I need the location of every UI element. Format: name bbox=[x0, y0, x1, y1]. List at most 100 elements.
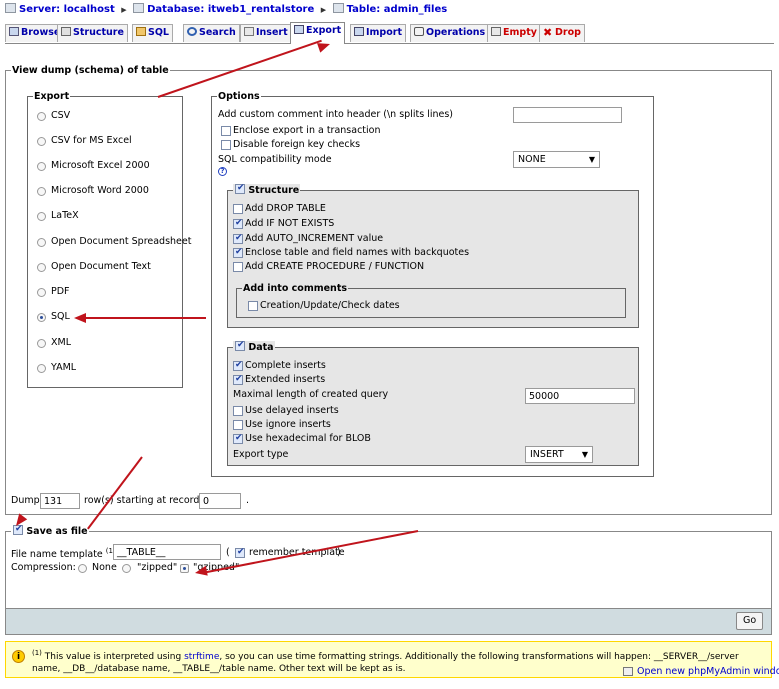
strftime-link[interactable]: strftime bbox=[184, 652, 219, 662]
disable-fk-label[interactable]: Disable foreign key checks bbox=[233, 139, 360, 150]
start-record-input[interactable]: 0 bbox=[199, 493, 241, 509]
hex-blob-label[interactable]: Use hexadecimal for BLOB bbox=[245, 433, 371, 444]
extended-inserts-checkbox[interactable] bbox=[233, 374, 243, 385]
breadcrumb-table[interactable]: Table: admin_files bbox=[347, 4, 448, 15]
footnote-ref: (1) bbox=[32, 649, 42, 657]
max-length-input[interactable]: 50000 bbox=[525, 388, 635, 404]
compression-gzipped-radio[interactable] bbox=[180, 564, 189, 573]
tab-browse[interactable]: Browse bbox=[5, 24, 65, 42]
format-word-radio[interactable] bbox=[37, 187, 46, 196]
help-icon[interactable]: ? bbox=[218, 167, 227, 176]
save-file-fieldset bbox=[5, 531, 772, 609]
auto-increment-label[interactable]: Add AUTO_INCREMENT value bbox=[245, 233, 383, 244]
tab-structure[interactable]: Structure bbox=[57, 24, 128, 42]
format-ods-label[interactable]: Open Document Spreadsheet bbox=[51, 236, 191, 247]
tab-search[interactable]: Search bbox=[183, 24, 240, 42]
structure-legend-wrap: Structure bbox=[233, 183, 301, 196]
format-sql-label[interactable]: SQL bbox=[51, 311, 70, 322]
procedure-label[interactable]: Add CREATE PROCEDURE / FUNCTION bbox=[245, 261, 424, 272]
format-excel-label[interactable]: Microsoft Excel 2000 bbox=[51, 160, 150, 171]
delayed-inserts-checkbox[interactable] bbox=[233, 406, 243, 416]
format-csv-label[interactable]: CSV bbox=[51, 110, 70, 121]
tab-operations[interactable]: Operations bbox=[410, 24, 490, 42]
dates-checkbox[interactable] bbox=[248, 301, 258, 311]
format-excel-radio[interactable] bbox=[37, 162, 46, 171]
export-type-label: Export type bbox=[233, 449, 289, 460]
format-csv-excel-radio[interactable] bbox=[37, 137, 46, 146]
format-sql-radio[interactable] bbox=[37, 313, 46, 322]
compression-none-radio[interactable] bbox=[78, 564, 87, 573]
complete-inserts-label[interactable]: Complete inserts bbox=[245, 360, 326, 371]
dates-label[interactable]: Creation/Update/Check dates bbox=[260, 300, 400, 311]
dropdown-arrow-icon: ▼ bbox=[588, 155, 595, 164]
ignore-inserts-checkbox[interactable] bbox=[233, 420, 243, 430]
structure-icon bbox=[61, 27, 71, 36]
compression-zipped-radio[interactable] bbox=[122, 564, 131, 573]
backquotes-checkbox[interactable] bbox=[233, 247, 243, 258]
comment-input[interactable] bbox=[513, 107, 622, 123]
tab-empty[interactable]: Empty bbox=[487, 24, 541, 42]
format-xml-radio[interactable] bbox=[37, 339, 46, 348]
format-pdf-radio[interactable] bbox=[37, 288, 46, 297]
tab-sql[interactable]: SQL bbox=[132, 24, 173, 42]
backquotes-label[interactable]: Enclose table and field names with backq… bbox=[245, 247, 469, 258]
complete-inserts-checkbox[interactable] bbox=[233, 360, 243, 371]
breadcrumb-arrow-icon: ▶ bbox=[121, 6, 127, 14]
operations-icon bbox=[414, 27, 424, 36]
format-word-label[interactable]: Microsoft Word 2000 bbox=[51, 185, 149, 196]
compression-label: Compression: bbox=[11, 562, 76, 573]
hex-blob-checkbox[interactable] bbox=[233, 433, 243, 444]
template-input[interactable]: __TABLE__ bbox=[113, 544, 221, 560]
export-type-select[interactable]: INSERT ▼ bbox=[525, 446, 593, 463]
trailing-dot: . bbox=[246, 495, 250, 506]
format-ods-radio[interactable] bbox=[37, 238, 46, 247]
dropdown-arrow-icon: ▼ bbox=[581, 450, 588, 459]
format-latex-radio[interactable] bbox=[37, 212, 46, 221]
extended-inserts-label[interactable]: Extended inserts bbox=[245, 374, 325, 385]
tab-drop[interactable]: ✖ Drop bbox=[539, 24, 585, 42]
database-icon bbox=[133, 3, 145, 13]
format-yaml-label[interactable]: YAML bbox=[51, 362, 76, 373]
tab-import[interactable]: Import bbox=[350, 24, 406, 42]
compression-zipped-label[interactable]: "zipped" bbox=[137, 562, 177, 573]
breadcrumb-database[interactable]: Database: itweb1_rentalstore bbox=[147, 4, 314, 15]
drop-table-checkbox[interactable] bbox=[233, 204, 243, 214]
format-odt-label[interactable]: Open Document Text bbox=[51, 261, 151, 272]
open-window-link[interactable]: Open new phpMyAdmin window bbox=[637, 666, 779, 677]
remember-template-checkbox[interactable] bbox=[235, 547, 245, 558]
format-xml-label[interactable]: XML bbox=[51, 337, 71, 348]
tab-insert[interactable]: Insert bbox=[240, 24, 292, 42]
drop-table-label[interactable]: Add DROP TABLE bbox=[245, 203, 326, 214]
comment-label: Add custom comment into header (\n split… bbox=[218, 109, 453, 120]
if-not-exists-label[interactable]: Add IF NOT EXISTS bbox=[245, 218, 334, 229]
data-checkbox[interactable] bbox=[235, 340, 245, 351]
compression-none-label[interactable]: None bbox=[92, 562, 117, 573]
paren-open: ( bbox=[226, 547, 230, 558]
delayed-inserts-label[interactable]: Use delayed inserts bbox=[245, 405, 339, 416]
if-not-exists-checkbox[interactable] bbox=[233, 218, 243, 229]
format-latex-label[interactable]: LaTeX bbox=[51, 210, 79, 221]
window-icon bbox=[623, 667, 633, 676]
structure-checkbox[interactable] bbox=[235, 183, 245, 194]
compat-select[interactable]: NONE ▼ bbox=[513, 151, 600, 168]
format-yaml-radio[interactable] bbox=[37, 364, 46, 373]
export-legend: Export bbox=[33, 91, 71, 102]
enclose-transaction-checkbox[interactable] bbox=[221, 126, 231, 136]
enclose-transaction-label[interactable]: Enclose export in a transaction bbox=[233, 125, 381, 136]
format-csv-radio[interactable] bbox=[37, 112, 46, 121]
breadcrumb-server[interactable]: Server: localhost bbox=[19, 4, 115, 15]
server-icon bbox=[5, 3, 16, 13]
ignore-inserts-label[interactable]: Use ignore inserts bbox=[245, 419, 331, 430]
annotation-arrow-line bbox=[82, 317, 206, 319]
table-icon bbox=[332, 3, 344, 13]
procedure-checkbox[interactable] bbox=[233, 262, 243, 272]
annotation-arrowhead bbox=[74, 313, 86, 323]
dump-rows-input[interactable]: 131 bbox=[40, 493, 80, 509]
format-csv-excel-label[interactable]: CSV for MS Excel bbox=[51, 135, 132, 146]
go-button[interactable]: Go bbox=[736, 612, 764, 630]
format-odt-radio[interactable] bbox=[37, 263, 46, 272]
options-legend: Options bbox=[217, 91, 261, 102]
format-pdf-label[interactable]: PDF bbox=[51, 286, 70, 297]
auto-increment-checkbox[interactable] bbox=[233, 233, 243, 244]
disable-fk-checkbox[interactable] bbox=[221, 140, 231, 150]
